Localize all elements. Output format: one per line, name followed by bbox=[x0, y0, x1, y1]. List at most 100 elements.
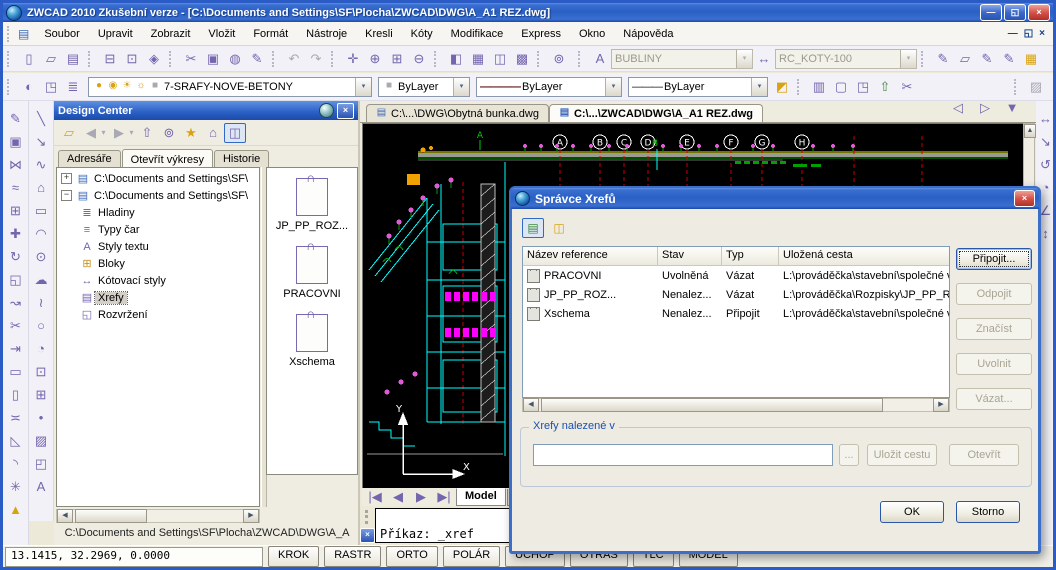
chevron-down-icon[interactable]: ▾ bbox=[751, 78, 767, 96]
layer-on-bulb-icon[interactable]: ● bbox=[92, 77, 106, 97]
xref-row-jp-pp-roz[interactable]: JP_PP_ROZ... Nenalez... Vázat L:\provádě… bbox=[523, 285, 949, 304]
paint-dim-icon[interactable]: ✎ bbox=[998, 49, 1020, 69]
column-nazev-reference[interactable]: Název reference bbox=[523, 247, 658, 265]
text-style-combo[interactable]: BUBLINY ▾ bbox=[611, 49, 753, 69]
chevron-down-icon[interactable]: ▾ bbox=[736, 50, 752, 68]
layers-manager-icon[interactable]: ≣ bbox=[62, 77, 84, 97]
scroll-left-icon[interactable]: ◀ bbox=[523, 398, 539, 412]
copy-object-icon[interactable]: ▣ bbox=[5, 130, 27, 153]
tab-adresare[interactable]: Adresáře bbox=[58, 150, 121, 168]
menubar-grip[interactable] bbox=[7, 26, 14, 42]
ellipse-arc-icon[interactable]: ◔ bbox=[30, 337, 52, 360]
tree-item-bloky[interactable]: ⊞ Bloky bbox=[57, 255, 259, 272]
menu-modifikace[interactable]: Modifikace bbox=[442, 25, 513, 43]
render-disabled-icon[interactable]: ▨ bbox=[1025, 77, 1047, 97]
menu-zobrazit[interactable]: Zobrazit bbox=[142, 25, 200, 43]
arc-icon[interactable]: ◠ bbox=[30, 222, 52, 245]
region-icon[interactable]: ◰ bbox=[30, 452, 52, 475]
xref-tree-view-icon[interactable]: ◫ bbox=[548, 218, 570, 238]
search-icon[interactable]: ⊚ bbox=[158, 123, 180, 143]
back-dropdown-icon[interactable]: ▾ bbox=[99, 123, 108, 143]
xclip-icon[interactable]: ✂ bbox=[896, 77, 918, 97]
hatch-icon[interactable]: ▨ bbox=[30, 429, 52, 452]
menu-express[interactable]: Express bbox=[512, 25, 570, 43]
lineweight-combo[interactable]: ——— ByLayer ▾ bbox=[628, 77, 768, 97]
scroll-left-icon[interactable]: ◀ bbox=[57, 509, 73, 523]
found-in-input[interactable] bbox=[533, 444, 833, 466]
join-icon[interactable]: ≍ bbox=[5, 406, 27, 429]
favorites-icon[interactable]: ★ bbox=[180, 123, 202, 143]
explode-attributes-icon[interactable]: ▲ bbox=[5, 498, 27, 521]
tree-item-rozvrzeni[interactable]: ◱ Rozvržení bbox=[57, 306, 259, 323]
find-icon[interactable]: ⊚ bbox=[548, 49, 570, 69]
explode-icon[interactable]: ✳ bbox=[5, 475, 27, 498]
tree-item-hladiny[interactable]: ≣ Hladiny bbox=[57, 204, 259, 221]
xref-item-jp-pp-roz[interactable]: ∩ JP_PP_ROZ... bbox=[268, 178, 356, 232]
layer-combo[interactable]: ●◉☀☼■ 7-SRAFY-NOVE-BETONY ▾ bbox=[88, 77, 372, 97]
up-icon[interactable]: ⇧ bbox=[136, 123, 158, 143]
tab-otevrit-vykresy[interactable]: Otevřít výkresy bbox=[122, 149, 213, 169]
stretch-icon[interactable]: ↝ bbox=[5, 291, 27, 314]
mdi-close-button[interactable]: × bbox=[1039, 28, 1045, 39]
toggle-krok[interactable]: KROK bbox=[268, 546, 319, 567]
paste-icon[interactable]: ◍ bbox=[224, 49, 246, 69]
ellipse-icon[interactable]: ○ bbox=[30, 314, 52, 337]
tree-root-item[interactable]: − ▤ C:\Documents and Settings\SF\ bbox=[57, 187, 259, 204]
unload-button[interactable]: Uvolnit bbox=[956, 353, 1032, 375]
scroll-right-icon[interactable]: ▶ bbox=[243, 509, 259, 523]
print-preview-icon[interactable]: ⊡ bbox=[121, 49, 143, 69]
xref-row-xschema[interactable]: Xschema Nenalez... Připojit L:\prováděčk… bbox=[523, 304, 949, 323]
move-icon[interactable]: ✚ bbox=[5, 222, 27, 245]
save-icon[interactable]: ▤ bbox=[62, 49, 84, 69]
xref-list-scrollbar[interactable]: ◀ ▶ bbox=[522, 398, 950, 412]
line-icon[interactable]: ╲ bbox=[30, 107, 52, 130]
chevron-down-icon[interactable]: ▾ bbox=[900, 50, 916, 68]
rotate-icon[interactable]: ↻ bbox=[5, 245, 27, 268]
zoom-window-icon[interactable]: ⊞ bbox=[386, 49, 408, 69]
text-style-tool-icon[interactable]: A bbox=[589, 49, 611, 69]
collapse-icon[interactable]: − bbox=[61, 190, 72, 201]
next-layout-icon[interactable]: ▶ bbox=[410, 487, 432, 507]
prev-layout-icon[interactable]: ◀ bbox=[387, 487, 409, 507]
layout-tool-icon[interactable]: ◳ bbox=[852, 77, 874, 97]
zoom-previous-icon[interactable]: ⊖ bbox=[408, 49, 430, 69]
make-block-icon[interactable]: ⊞ bbox=[30, 383, 52, 406]
polyline-icon[interactable]: ∿ bbox=[30, 153, 52, 176]
linetype-combo[interactable]: ———— ByLayer ▾ bbox=[476, 77, 622, 97]
zoom-realtime-icon[interactable]: ⊕ bbox=[364, 49, 386, 69]
point-icon[interactable]: • bbox=[30, 406, 52, 429]
tab-a-a1-rez[interactable]: ▤ C:\...\ZWCAD\DWG\A_A1 REZ.dwg bbox=[549, 104, 763, 122]
break-icon[interactable]: ▭ bbox=[5, 360, 27, 383]
new-file-icon[interactable]: ▯ bbox=[18, 49, 40, 69]
layer-vpfreeze-icon[interactable]: ☼ bbox=[134, 77, 148, 97]
layer-color-swatch[interactable]: ■ bbox=[148, 77, 162, 97]
column-ulozena-cesta[interactable]: Uložená cesta bbox=[779, 247, 949, 265]
load-icon[interactable]: ▱ bbox=[58, 123, 80, 143]
open-button[interactable]: Otevřít bbox=[949, 444, 1019, 466]
tab-scroll-right-icon[interactable]: ▷ bbox=[974, 98, 996, 118]
xref-list[interactable]: Název reference Stav Typ Uložená cesta P… bbox=[522, 246, 950, 398]
table-icon[interactable]: ▦ bbox=[467, 49, 489, 69]
circle-icon[interactable]: ⊙ bbox=[30, 245, 52, 268]
redo-icon[interactable]: ↷ bbox=[305, 49, 327, 69]
pin-icon[interactable] bbox=[319, 103, 334, 118]
menu-nastroje[interactable]: Nástroje bbox=[297, 25, 356, 43]
break-at-point-icon[interactable]: ▯ bbox=[5, 383, 27, 406]
column-stav[interactable]: Stav bbox=[658, 247, 722, 265]
match-properties-icon[interactable]: ✎ bbox=[246, 49, 268, 69]
detach-button[interactable]: Odpojit bbox=[956, 283, 1032, 305]
mirror-icon[interactable]: ⋈ bbox=[5, 153, 27, 176]
insert-block-icon[interactable]: ⊡ bbox=[30, 360, 52, 383]
scale-icon[interactable]: ◱ bbox=[5, 268, 27, 291]
browse-button[interactable]: ... bbox=[839, 444, 859, 466]
dim-linear-icon[interactable]: ↔ bbox=[1035, 107, 1056, 130]
xref-item-xschema[interactable]: ∩ Xschema bbox=[268, 314, 356, 368]
spline-icon[interactable]: ≀ bbox=[30, 291, 52, 314]
tree-root-item[interactable]: + ▤ C:\Documents and Settings\SF\ bbox=[57, 170, 259, 187]
rectangle-icon[interactable]: ▭ bbox=[30, 199, 52, 222]
tree-horizontal-scrollbar[interactable]: ◀ ▶ bbox=[56, 509, 260, 523]
match-layer-brush-icon[interactable]: ✎ bbox=[932, 49, 954, 69]
extend-icon[interactable]: ⇥ bbox=[5, 337, 27, 360]
design-center-close-button[interactable]: × bbox=[337, 103, 354, 119]
ok-button[interactable]: OK bbox=[880, 501, 944, 523]
